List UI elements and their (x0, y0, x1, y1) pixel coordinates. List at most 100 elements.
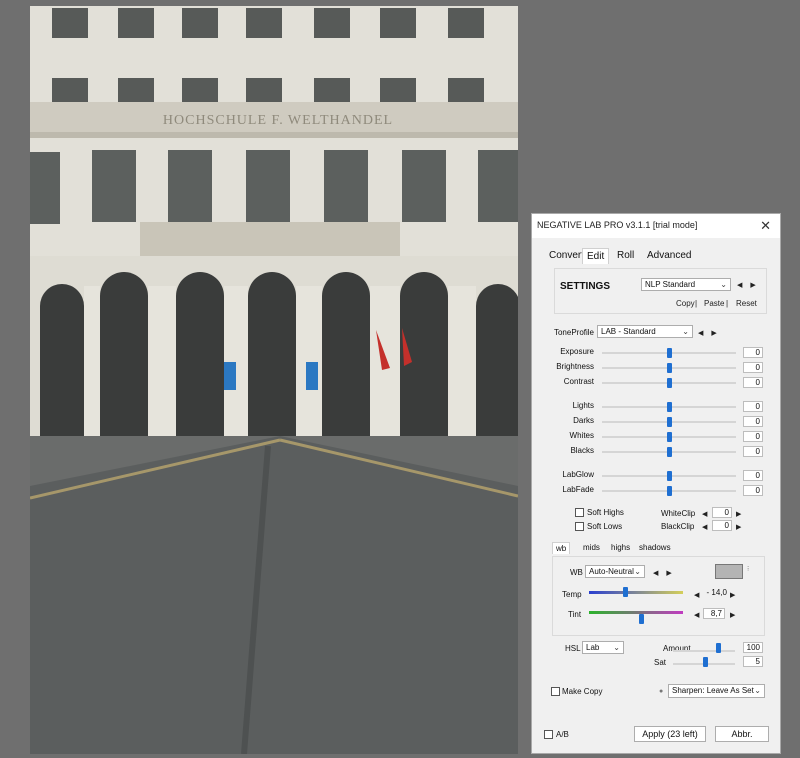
whites-label: Whites (569, 431, 594, 440)
make-copy-label: Make Copy (562, 687, 603, 696)
photo-image: HOCHSCHULE F. WELTHANDEL (30, 6, 518, 754)
settings-label: SETTINGS (560, 281, 611, 292)
soft-highs-label: Soft Highs (587, 508, 624, 517)
labglow-slider-thumb[interactable] (667, 471, 672, 481)
sharpen-dropdown[interactable]: Sharpen: Leave As Set ⌄ (668, 684, 765, 698)
tint-slider-track[interactable] (589, 611, 683, 614)
soft-highs-checkbox[interactable] (575, 508, 584, 517)
brightness-label: Brightness (556, 362, 594, 371)
darks-slider-thumb[interactable] (667, 417, 672, 427)
wb-arrows[interactable]: ◀ ▶ (653, 569, 675, 577)
paste-link[interactable]: Paste (704, 299, 724, 308)
tint-right-arrow[interactable]: ▶ (730, 611, 738, 619)
abbr-button[interactable]: Abbr. (715, 726, 769, 742)
paste-sep: | (726, 299, 729, 308)
tint-left-arrow[interactable]: ◀ (694, 611, 702, 619)
contrast-slider-thumb[interactable] (667, 378, 672, 388)
labglow-label: LabGlow (562, 470, 594, 479)
lights-label: Lights (572, 401, 594, 410)
chevron-down-icon: ⌄ (682, 327, 689, 336)
make-copy-checkbox[interactable] (551, 687, 560, 696)
amount-value[interactable]: 100 (743, 642, 763, 653)
temp-slider-thumb[interactable] (622, 587, 628, 597)
negative-lab-pro-window: NEGATIVE LAB PRO v3.1.1 [trial mode] ✕ C… (531, 213, 781, 754)
preset-arrows[interactable]: ◀ ▶ (737, 281, 759, 289)
tab-highs[interactable]: highs (608, 542, 633, 553)
blacks-value[interactable]: 0 (743, 446, 763, 457)
tab-roll[interactable]: Roll (613, 248, 638, 264)
copy-link[interactable]: Copy (676, 299, 695, 308)
reset-link[interactable]: Reset (736, 299, 757, 308)
eyedropper-icon[interactable]: ⁝ (747, 565, 749, 573)
preset-value: NLP Standard (645, 280, 696, 289)
soft-lows-checkbox[interactable] (575, 522, 584, 531)
wb-value: Auto-Neutral (589, 567, 634, 576)
ab-checkbox[interactable] (544, 730, 553, 739)
main-tabs: Convert Edit Roll Advanced (532, 248, 780, 264)
exposure-slider-thumb[interactable] (667, 348, 672, 358)
blackclip-label: BlackClip (661, 522, 695, 531)
blacks-slider-thumb[interactable] (667, 447, 672, 457)
wb-dropdown[interactable]: Auto-Neutral ⌄ (585, 565, 645, 578)
temp-left-arrow[interactable]: ◀ (694, 591, 702, 599)
blackclip-left-arrow[interactable]: ◀ (702, 523, 710, 531)
tint-value[interactable]: 8,7 (703, 608, 725, 619)
exposure-value[interactable]: 0 (743, 347, 763, 358)
amount-slider-thumb[interactable] (715, 643, 721, 653)
brightness-slider-thumb[interactable] (667, 363, 672, 373)
hsl-dropdown[interactable]: Lab ⌄ (582, 641, 624, 654)
whiteclip-left-arrow[interactable]: ◀ (702, 510, 710, 518)
sat-slider-thumb[interactable] (703, 657, 709, 667)
contrast-value[interactable]: 0 (743, 377, 763, 388)
whites-value[interactable]: 0 (743, 431, 763, 442)
tab-shadows[interactable]: shadows (636, 542, 674, 553)
photo-preview: HOCHSCHULE F. WELTHANDEL (30, 6, 518, 754)
whiteclip-value[interactable]: 0 (712, 507, 732, 518)
tint-slider-thumb[interactable] (638, 614, 644, 624)
darks-value[interactable]: 0 (743, 416, 763, 427)
tint-label: Tint (568, 610, 582, 619)
temp-right-arrow[interactable]: ▶ (730, 591, 738, 599)
chevron-down-icon: ⌄ (613, 643, 620, 652)
labfade-slider-thumb[interactable] (667, 486, 672, 496)
exposure-label: Exposure (560, 347, 594, 356)
tab-wb[interactable]: wb (552, 542, 571, 554)
tab-edit[interactable]: Edit (582, 248, 610, 264)
close-icon[interactable]: ✕ (760, 218, 771, 234)
sharpen-dot-icon: ● (659, 688, 664, 695)
temp-value[interactable]: - 14,0 (703, 588, 729, 599)
ab-label: A/B (556, 730, 569, 739)
lights-slider-thumb[interactable] (667, 402, 672, 412)
tone-profile-value: LAB - Standard (601, 327, 656, 336)
tone-profile-arrows[interactable]: ◀ ▶ (698, 329, 720, 337)
labfade-value[interactable]: 0 (743, 485, 763, 496)
brightness-value[interactable]: 0 (743, 362, 763, 373)
tone-profile-label: ToneProfile (553, 328, 594, 337)
preset-dropdown[interactable]: NLP Standard ⌄ (641, 278, 731, 291)
lights-value[interactable]: 0 (743, 401, 763, 412)
whiteclip-label: WhiteClip (661, 509, 696, 518)
whiteclip-right-arrow[interactable]: ▶ (736, 510, 744, 518)
blackclip-right-arrow[interactable]: ▶ (736, 523, 744, 531)
chevron-down-icon: ⌄ (720, 280, 727, 289)
temp-label: Temp (562, 590, 582, 599)
sharpen-value: Sharpen: Leave As Set (672, 686, 754, 695)
wb-label: WB (570, 568, 583, 577)
whites-slider-thumb[interactable] (667, 432, 672, 442)
blackclip-value[interactable]: 0 (712, 520, 732, 531)
tab-advanced[interactable]: Advanced (643, 248, 695, 264)
tone-profile-dropdown[interactable]: LAB - Standard ⌄ (597, 325, 693, 338)
chevron-down-icon: ⌄ (634, 567, 641, 576)
temp-slider-track[interactable] (589, 591, 683, 594)
tab-mids[interactable]: mids (580, 542, 603, 553)
wb-swatch[interactable] (715, 564, 743, 579)
sat-value[interactable]: 5 (743, 656, 763, 667)
apply-button[interactable]: Apply (23 left) (634, 726, 706, 742)
amount-slider-track[interactable] (673, 650, 735, 652)
title-bar: NEGATIVE LAB PRO v3.1.1 [trial mode] ✕ (532, 214, 780, 238)
darks-label: Darks (573, 416, 594, 425)
soft-lows-label: Soft Lows (587, 522, 623, 531)
hsl-value: Lab (586, 643, 600, 652)
chevron-down-icon: ⌄ (754, 686, 761, 695)
labglow-value[interactable]: 0 (743, 470, 763, 481)
